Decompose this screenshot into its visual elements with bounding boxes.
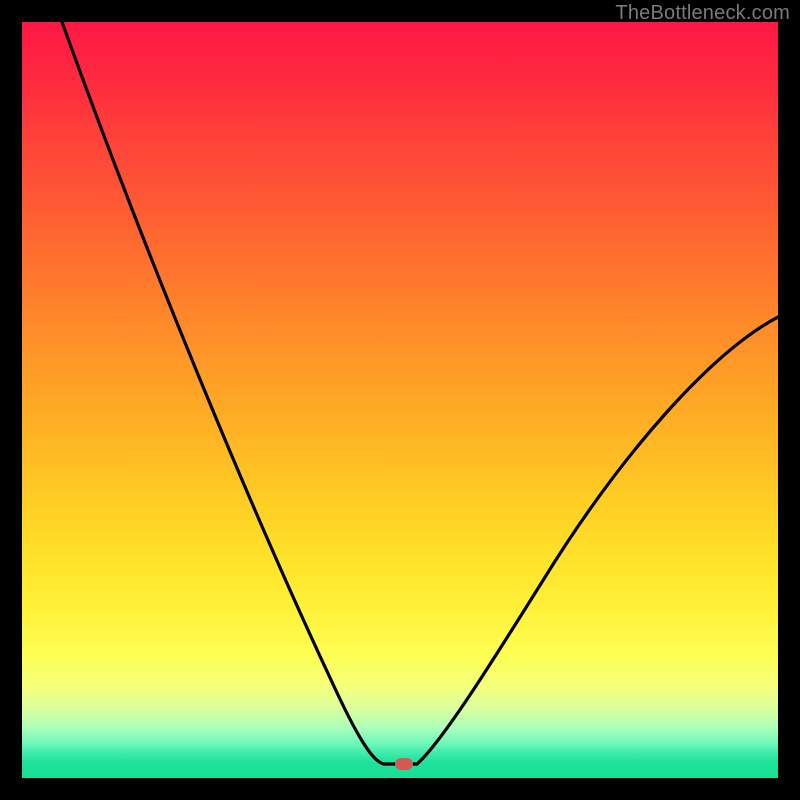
curve-left	[62, 22, 417, 764]
chart-frame: TheBottleneck.com	[0, 0, 800, 800]
curve-right	[417, 317, 778, 764]
bottleneck-curve	[22, 22, 778, 778]
watermark-text: TheBottleneck.com	[615, 2, 790, 25]
plot-area	[22, 22, 778, 778]
bottleneck-marker	[395, 758, 413, 770]
